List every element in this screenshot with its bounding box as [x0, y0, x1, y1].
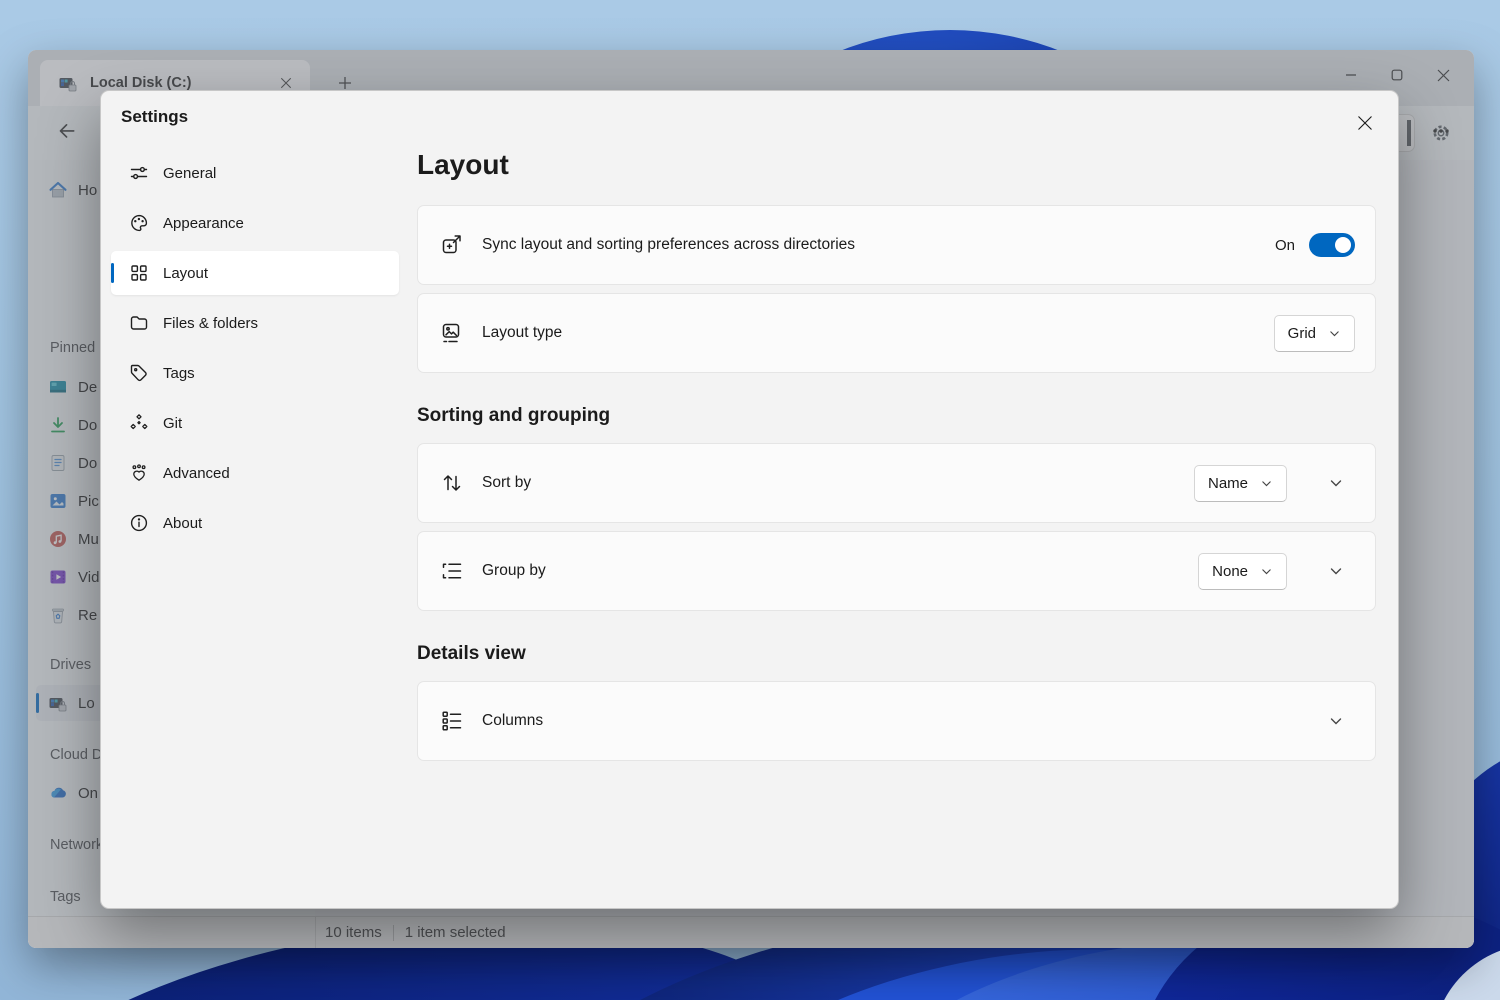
group-by-icon [440, 559, 464, 583]
desktop: Local Disk (C:) [0, 0, 1500, 1000]
sort-by-dropdown[interactable]: Name [1194, 465, 1287, 502]
sort-expander-button[interactable] [1317, 464, 1355, 502]
sync-preferences-card: Sync layout and sorting preferences acro… [417, 205, 1376, 285]
dropdown-value: None [1212, 563, 1248, 580]
chevron-down-icon [1328, 713, 1344, 729]
card-label: Sort by [482, 474, 531, 492]
settings-dialog: Settings General Appearance [100, 90, 1399, 909]
settings-content: Layout Sync layout and sorting preferenc… [417, 147, 1376, 761]
dialog-close-button[interactable] [1346, 104, 1384, 142]
section-details-view: Details view [417, 641, 1376, 667]
layout-type-icon [440, 321, 464, 345]
group-by-card: Group by None [417, 531, 1376, 611]
nav-item-about[interactable]: About [111, 501, 399, 545]
group-expander-button[interactable] [1317, 552, 1355, 590]
tag-icon [129, 363, 149, 383]
sliders-icon [129, 163, 149, 183]
chevron-down-icon [1328, 563, 1344, 579]
nav-item-label: Appearance [163, 215, 244, 232]
nav-item-files-folders[interactable]: Files & folders [111, 301, 399, 345]
card-label: Columns [482, 712, 543, 730]
dialog-title: Settings [121, 107, 188, 127]
folder-icon [129, 313, 149, 333]
columns-expander-button[interactable] [1317, 702, 1355, 740]
palette-icon [129, 213, 149, 233]
nav-item-label: Files & folders [163, 315, 258, 332]
card-label: Group by [482, 562, 546, 580]
git-icon [129, 413, 149, 433]
card-label: Sync layout and sorting preferences acro… [482, 236, 855, 254]
sync-layout-icon [440, 233, 464, 257]
layout-type-card: Layout type Grid [417, 293, 1376, 373]
close-icon [1357, 115, 1373, 131]
card-label: Layout type [482, 324, 562, 342]
chevron-down-icon [1260, 477, 1273, 490]
chevron-down-icon [1328, 327, 1341, 340]
sort-by-card: Sort by Name [417, 443, 1376, 523]
nav-item-advanced[interactable]: Advanced [111, 451, 399, 495]
selection-indicator [111, 263, 114, 283]
nav-item-layout[interactable]: Layout [111, 251, 399, 295]
advanced-icon [129, 463, 149, 483]
nav-item-label: Tags [163, 365, 195, 382]
nav-item-label: Git [163, 415, 182, 432]
dropdown-value: Name [1208, 475, 1248, 492]
settings-nav: General Appearance Layout [111, 151, 399, 551]
nav-item-label: Advanced [163, 465, 230, 482]
sync-toggle[interactable] [1309, 233, 1355, 257]
nav-item-git[interactable]: Git [111, 401, 399, 445]
sort-icon [440, 471, 464, 495]
dropdown-value: Grid [1288, 325, 1316, 342]
info-icon [129, 513, 149, 533]
grid-icon [129, 263, 149, 283]
chevron-down-icon [1260, 565, 1273, 578]
toggle-knob [1335, 237, 1351, 253]
nav-item-label: About [163, 515, 202, 532]
columns-card: Columns [417, 681, 1376, 761]
nav-item-label: Layout [163, 265, 208, 282]
layout-type-dropdown[interactable]: Grid [1274, 315, 1355, 352]
group-by-dropdown[interactable]: None [1198, 553, 1287, 590]
nav-item-tags[interactable]: Tags [111, 351, 399, 395]
nav-item-label: General [163, 165, 216, 182]
columns-icon [440, 709, 464, 733]
nav-item-general[interactable]: General [111, 151, 399, 195]
toggle-state-label: On [1275, 237, 1295, 254]
page-title: Layout [417, 147, 1376, 183]
chevron-down-icon [1328, 475, 1344, 491]
nav-item-appearance[interactable]: Appearance [111, 201, 399, 245]
section-sorting-grouping: Sorting and grouping [417, 403, 1376, 429]
